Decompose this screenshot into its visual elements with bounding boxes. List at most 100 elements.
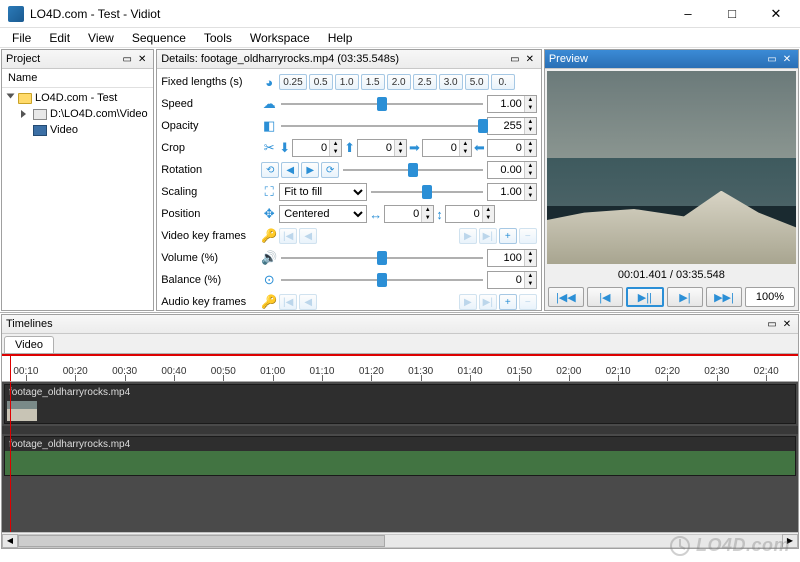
kf-remove-button[interactable]: −	[519, 294, 537, 310]
crop-left[interactable]: ▲▼	[422, 139, 472, 157]
fixed-more[interactable]: 0.	[491, 74, 515, 90]
opacity-label: Opacity	[161, 120, 259, 132]
fixed-25[interactable]: 2.5	[413, 74, 437, 90]
playhead[interactable]	[10, 382, 11, 532]
expand-icon[interactable]	[21, 110, 30, 119]
app-icon	[8, 6, 24, 22]
scroll-thumb[interactable]	[18, 535, 385, 547]
scroll-right-button[interactable]: ▶	[782, 534, 798, 548]
project-max-icon[interactable]: ▭	[120, 52, 134, 66]
crop-icon: ✂	[261, 140, 277, 156]
key-icon: 🔑	[261, 228, 277, 244]
tree-root[interactable]: LO4D.com - Test	[4, 90, 151, 106]
audio-clip[interactable]: footage_oldharryrocks.mp4	[4, 436, 796, 476]
kf-prev-button[interactable]: ◀	[299, 294, 317, 310]
timeline-tracks[interactable]: footage_oldharryrocks.mp4 footage_oldhar…	[2, 382, 798, 532]
scaling-slider[interactable]	[371, 184, 483, 200]
menu-tools[interactable]: Tools	[196, 29, 240, 47]
scaling-value[interactable]: ▲▼	[487, 183, 537, 201]
project-tree[interactable]: LO4D.com - Test D:\LO4D.com\Video Video	[2, 88, 153, 310]
key-icon: 🔑	[261, 294, 277, 310]
menu-view[interactable]: View	[80, 29, 122, 47]
crop-right[interactable]: ▲▼	[487, 139, 537, 157]
kf-prev-button[interactable]: ◀	[299, 228, 317, 244]
scroll-left-button[interactable]: ◀	[2, 534, 18, 548]
fixed-05[interactable]: 0.5	[309, 74, 333, 90]
rotation-value[interactable]: ▲▼	[487, 161, 537, 179]
volume-value[interactable]: ▲▼	[487, 249, 537, 267]
rotate-ccw-button[interactable]: ⟲	[261, 162, 279, 178]
up-icon[interactable]: ▲	[524, 96, 536, 104]
timeline-tab[interactable]: Video	[4, 336, 54, 353]
preview-max-icon[interactable]: ▭	[765, 52, 779, 66]
menu-edit[interactable]: Edit	[41, 29, 78, 47]
rotate-next-button[interactable]: ▶	[301, 162, 319, 178]
scale-icon: ⛶	[261, 184, 277, 200]
video-clip[interactable]: footage_oldharryrocks.mp4	[4, 384, 796, 424]
kf-next-button[interactable]: ▶	[459, 294, 477, 310]
opacity-value[interactable]: ▲▼	[487, 117, 537, 135]
tree-folder[interactable]: D:\LO4D.com\Video	[4, 106, 151, 122]
rotate-cw-button[interactable]: ⟳	[321, 162, 339, 178]
details-max-icon[interactable]: ▭	[508, 52, 522, 66]
position-combo[interactable]: Centered	[279, 205, 367, 223]
kf-first-button[interactable]: |◀	[279, 228, 297, 244]
preview-close-icon[interactable]: ✕	[780, 52, 794, 66]
down-icon[interactable]: ▼	[524, 104, 536, 112]
kf-remove-button[interactable]: −	[519, 228, 537, 244]
tree-item-label: Video	[50, 124, 78, 136]
film-icon	[33, 125, 47, 136]
tree-item[interactable]: Video	[4, 122, 151, 138]
fixed-lengths-row: Fixed lengths (s) ◕ 0.25 0.5 1.0 1.5 2.0…	[161, 71, 537, 93]
fixed-20[interactable]: 2.0	[387, 74, 411, 90]
end-button[interactable]: ▶▶|	[706, 287, 742, 307]
kf-next-button[interactable]: ▶	[459, 228, 477, 244]
menu-file[interactable]: File	[4, 29, 39, 47]
expand-icon[interactable]	[6, 94, 15, 103]
preview-video[interactable]	[547, 71, 796, 264]
rotation-slider[interactable]	[343, 162, 483, 178]
speed-slider[interactable]	[281, 96, 483, 112]
minimize-button[interactable]: –	[666, 0, 710, 28]
folder-icon	[18, 93, 32, 104]
prev-button[interactable]: |◀	[587, 287, 623, 307]
playhead[interactable]	[10, 354, 11, 381]
menu-sequence[interactable]: Sequence	[124, 29, 194, 47]
project-close-icon[interactable]: ✕	[135, 52, 149, 66]
next-button[interactable]: ▶|	[667, 287, 703, 307]
fixed-50[interactable]: 5.0	[465, 74, 489, 90]
balance-slider[interactable]	[281, 272, 483, 288]
kf-first-button[interactable]: |◀	[279, 294, 297, 310]
kf-last-button[interactable]: ▶|	[479, 228, 497, 244]
v-arrow-icon: ↕	[436, 207, 443, 222]
fixed-30[interactable]: 3.0	[439, 74, 463, 90]
home-button[interactable]: |◀◀	[548, 287, 584, 307]
details-close-icon[interactable]: ✕	[523, 52, 537, 66]
kf-add-button[interactable]: +	[499, 228, 517, 244]
rotate-prev-button[interactable]: ◀	[281, 162, 299, 178]
volume-slider[interactable]	[281, 250, 483, 266]
balance-value[interactable]: ▲▼	[487, 271, 537, 289]
menu-workspace[interactable]: Workspace	[242, 29, 318, 47]
speed-value[interactable]: ▲▼	[487, 95, 537, 113]
timeline-scrollbar[interactable]: ◀ ▶	[2, 532, 798, 548]
play-button[interactable]: ▶||	[626, 287, 664, 307]
kf-last-button[interactable]: ▶|	[479, 294, 497, 310]
menu-help[interactable]: Help	[320, 29, 361, 47]
kf-add-button[interactable]: +	[499, 294, 517, 310]
timelines-close-icon[interactable]: ✕	[780, 317, 794, 331]
position-y[interactable]: ▲▼	[445, 205, 495, 223]
fixed-025[interactable]: 0.25	[279, 74, 306, 90]
opacity-slider[interactable]	[281, 118, 483, 134]
maximize-button[interactable]: □	[710, 0, 754, 28]
timeline-ruler[interactable]: 00:1000:2000:3000:4000:5001:0001:1001:20…	[2, 354, 798, 382]
timelines-max-icon[interactable]: ▭	[765, 317, 779, 331]
zoom-level[interactable]: 100%	[745, 287, 795, 307]
close-button[interactable]: ✕	[754, 0, 798, 28]
crop-bottom[interactable]: ▲▼	[357, 139, 407, 157]
scaling-combo[interactable]: Fit to fill	[279, 183, 367, 201]
fixed-10[interactable]: 1.0	[335, 74, 359, 90]
crop-top[interactable]: ▲▼	[292, 139, 342, 157]
position-x[interactable]: ▲▼	[384, 205, 434, 223]
fixed-15[interactable]: 1.5	[361, 74, 385, 90]
